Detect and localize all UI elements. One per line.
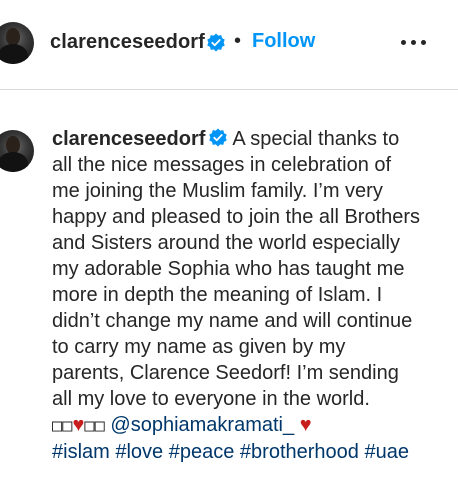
avatar-body: [0, 44, 28, 64]
header-username[interactable]: clarenceseedorf: [50, 31, 205, 54]
separator-dot: •: [234, 30, 242, 52]
more-options-icon[interactable]: [398, 32, 428, 52]
verified-badge-icon: [209, 128, 228, 147]
emoji-glyphs: □□: [52, 416, 73, 436]
post-caption: clarenceseedorf A special thanks to all t…: [52, 126, 422, 465]
mention-link[interactable]: @sophiamakramati_: [110, 414, 294, 436]
emoji-glyphs: □□: [84, 416, 105, 436]
more-dot: [411, 40, 416, 45]
avatar[interactable]: [0, 22, 34, 64]
caption-username[interactable]: clarenceseedorf: [52, 128, 205, 150]
verified-badge-icon: [207, 33, 225, 52]
hashtag-link[interactable]: #brotherhood: [240, 441, 359, 463]
hashtag-link[interactable]: #love: [115, 441, 163, 463]
post-header: clarenceseedorf • Follow: [0, 0, 458, 90]
follow-button[interactable]: Follow: [252, 30, 315, 53]
avatar-body: [0, 152, 28, 172]
heart-emoji: ♥: [299, 414, 312, 436]
more-dot: [401, 40, 406, 45]
hashtag-link[interactable]: #peace: [169, 441, 235, 463]
caption-text: A special thanks to all the nice message…: [52, 128, 421, 410]
caption-avatar[interactable]: [0, 130, 34, 172]
heart-emoji: ♥: [72, 414, 85, 436]
hashtag-link[interactable]: #uae: [364, 441, 409, 463]
hashtag-link[interactable]: #islam: [52, 441, 110, 463]
more-dot: [421, 40, 426, 45]
